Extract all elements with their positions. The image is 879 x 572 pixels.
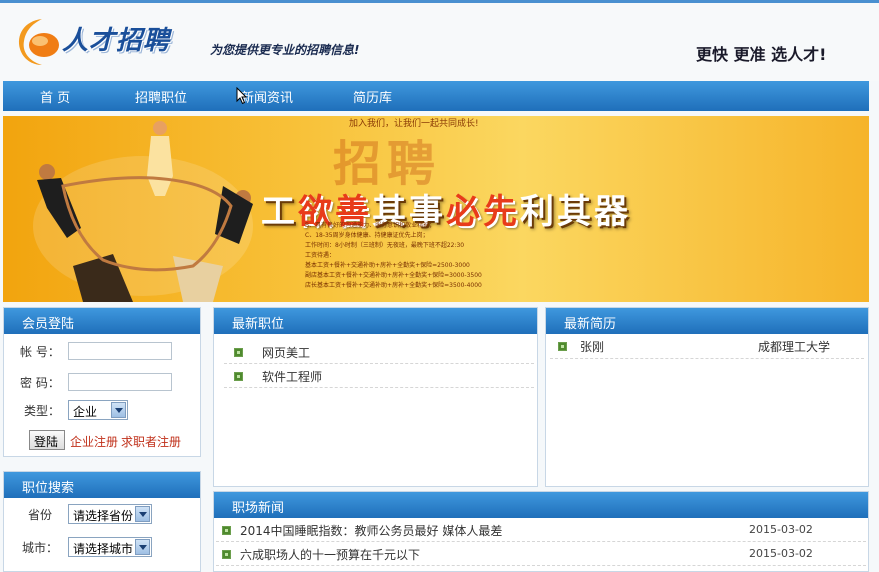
seeker-register-link[interactable]: 求职者注册 <box>121 433 181 450</box>
site-header: 人才招聘 为您提供更专业的招聘信息! 更快 更准 选人才! <box>0 3 879 81</box>
news-date: 2015-03-02 <box>749 523 813 536</box>
bullet-icon <box>234 372 243 381</box>
list-item[interactable]: 六成职场人的十一预算在千元以下 2015-03-02 <box>216 542 866 566</box>
account-label: 帐 号： <box>20 345 60 359</box>
chevron-down-icon <box>111 402 126 418</box>
type-label: 类型： <box>24 404 61 418</box>
latest-jobs-panel: 最新职位 网页美工 软件工程师 <box>213 307 538 487</box>
job-search-panel: 职位搜索 省份 请选择省份 城市： 请选择城市 <box>3 471 201 572</box>
company-register-link[interactable]: 企业注册 <box>70 433 118 450</box>
header-tagline: 更快 更准 选人才! <box>696 45 827 64</box>
career-news-panel: 职场新闻 2014中国睡眠指数：教师公务员最好 媒体人最差 2015-03-02… <box>213 491 869 572</box>
chevron-down-icon <box>135 506 150 522</box>
career-news-title: 职场新闻 <box>214 492 868 518</box>
banner-details: B、具有良好的沟通能力、服务意识和敬业精神； C、18-35周岁身体健康、持健康… <box>305 222 482 289</box>
business-people-icon <box>33 121 253 302</box>
logo-text: 人才招聘 <box>62 26 171 56</box>
job-title[interactable]: 软件工程师 <box>262 368 322 385</box>
latest-resumes-panel: 最新简历 张刚 成都理工大学 <box>545 307 869 487</box>
list-item[interactable]: 软件工程师 <box>224 364 534 388</box>
login-panel: 会员登陆 帐 号： 密 码： 类型： 企业 登陆 企业注册 求职者注册 <box>3 307 201 457</box>
bullet-icon <box>234 348 243 357</box>
list-item[interactable]: 网页美工 <box>224 340 534 364</box>
chevron-down-icon <box>135 539 150 555</box>
nav-jobs[interactable]: 招聘职位 <box>135 87 187 106</box>
bullet-icon <box>558 342 567 351</box>
job-title[interactable]: 网页美工 <box>262 344 310 361</box>
list-item[interactable]: 2014中国睡眠指数：教师公务员最好 媒体人最差 2015-03-02 <box>216 518 866 542</box>
news-title[interactable]: 六成职场人的十一预算在千元以下 <box>240 546 420 563</box>
nav-news[interactable]: 新闻资讯 <box>241 87 293 106</box>
recruitment-banner: 加入我们，让我们一起共同成长! 招聘 工欲善其事必先利其器 B、具有良好的沟通能… <box>3 116 869 302</box>
mouse-cursor-icon <box>236 87 248 105</box>
city-select[interactable]: 请选择城市 <box>68 537 152 557</box>
job-search-title: 职位搜索 <box>4 472 200 498</box>
nav-home[interactable]: 首 页 <box>40 87 70 106</box>
province-label: 省份 <box>28 508 53 522</box>
password-label: 密 码： <box>20 376 60 390</box>
list-item[interactable]: 张刚 成都理工大学 <box>550 335 864 359</box>
header-slogan: 为您提供更专业的招聘信息! <box>210 43 360 57</box>
main-nav: 首 页 招聘职位 新闻资讯 简历库 <box>3 81 869 111</box>
province-select[interactable]: 请选择省份 <box>68 504 152 524</box>
resume-school: 成都理工大学 <box>758 340 831 354</box>
news-title[interactable]: 2014中国睡眠指数：教师公务员最好 媒体人最差 <box>240 522 502 539</box>
bullet-icon <box>222 526 231 535</box>
account-input[interactable] <box>68 342 172 360</box>
news-date: 2015-03-02 <box>749 547 813 560</box>
city-label: 城市： <box>22 541 59 555</box>
latest-jobs-title: 最新职位 <box>214 308 537 334</box>
login-title: 会员登陆 <box>4 308 200 334</box>
latest-resumes-title: 最新简历 <box>546 308 868 334</box>
nav-resumes[interactable]: 简历库 <box>353 87 392 106</box>
user-type-select[interactable]: 企业 <box>68 400 128 420</box>
bullet-icon <box>222 550 231 559</box>
resume-name[interactable]: 张刚 <box>580 338 604 355</box>
password-input[interactable] <box>68 373 172 391</box>
login-button[interactable]: 登陆 <box>29 430 65 450</box>
